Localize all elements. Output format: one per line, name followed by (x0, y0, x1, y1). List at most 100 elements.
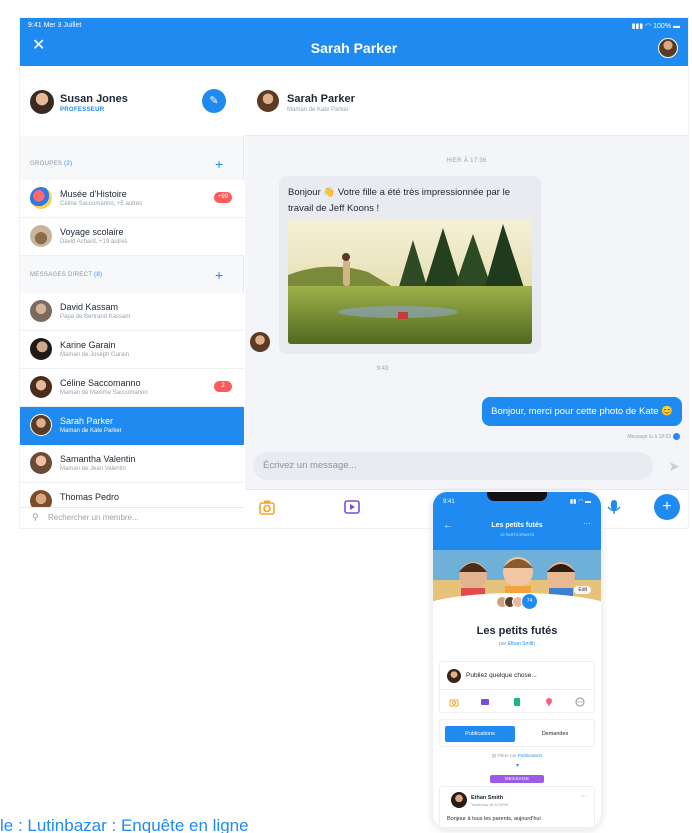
post-input[interactable]: Publiez quelque chose... (466, 672, 537, 679)
avatar (451, 792, 467, 808)
phone-header: 9:41 ▮▮ ◠ ▬ ← Les petits futés 12 PARTIC… (433, 492, 601, 550)
status-battery: ▮▮▮ ◠ 100% ▬ (632, 22, 680, 30)
post-time: Yesterday at 3:00PM (471, 802, 508, 807)
phone-status-time: 9:41 (443, 499, 455, 505)
conversation-sidebar: Susan Jones PROFESSEUR ✎ GROUPES (2) + M… (20, 66, 244, 528)
compose-button[interactable]: ✎ (202, 89, 226, 113)
tab-publications[interactable]: Publications (445, 726, 515, 742)
phone-group-subtitle: 12 PARTICIPANTS (499, 532, 534, 537)
profile-row[interactable]: Susan Jones PROFESSEUR ✎ (20, 66, 244, 136)
list-item-group-voyage[interactable]: Voyage scolaire David Achard, +19 autres (20, 218, 244, 256)
phone-app: 9:41 ▮▮ ◠ ▬ ← Les petits futés 12 PARTIC… (433, 492, 601, 828)
unread-badge: +99 (214, 192, 232, 203)
avatar (30, 452, 52, 474)
chat-panel: Sarah Parker Maman de Kate Parker HIER À… (245, 66, 688, 528)
chat-contact-sub: Maman de Kate Parker (287, 107, 349, 113)
group-owner: par Ethan Smith (499, 641, 535, 647)
camera-icon[interactable] (258, 498, 276, 516)
list-item-sub: Maman de Kate Parker (60, 428, 122, 434)
battery-level: 100% (653, 23, 672, 30)
camera-icon[interactable] (449, 697, 459, 707)
wifi-icon: ◠ (645, 23, 652, 30)
outgoing-message: Bonjour, merci pour cette photo de Kate … (482, 397, 682, 426)
incoming-message: Bonjour 👋 Votre fille a été très impress… (279, 176, 541, 354)
post-body: Bonjour à tous les parents, aujourd'hui (447, 816, 541, 822)
message-input[interactable]: Écrivez un message... (253, 452, 653, 480)
more-icon[interactable]: ··· (583, 519, 591, 528)
member-count-badge: 74 (521, 593, 538, 610)
list-item-name: Karine Garain (60, 340, 116, 350)
conversation-title: Sarah Parker (310, 40, 398, 56)
groups-header: GROUPES (2) (30, 161, 73, 167)
avatar (30, 300, 52, 322)
edit-cover-button[interactable]: Edit (574, 586, 591, 594)
video-icon[interactable] (480, 697, 490, 707)
status-time: 9:41 Mer 3 Juillet (28, 22, 82, 29)
message-photo[interactable] (288, 220, 532, 344)
profile-name: Susan Jones (60, 93, 128, 105)
battery-icon: ▬ (673, 23, 680, 30)
send-icon[interactable]: ➤ (668, 458, 680, 475)
list-item-samantha-valentin[interactable]: Samantha Valentin Maman de Jean Valentin (20, 445, 244, 483)
avatar (30, 338, 52, 360)
phone-group-title: Les petits futés (491, 522, 543, 529)
list-item-david-kassam[interactable]: David Kassam Papa de Bertrand Kassam (20, 293, 244, 331)
read-receipt: Message lu à 18:03 (627, 433, 680, 440)
check-icon (673, 433, 680, 440)
list-item-name: Céline Saccomanno (60, 378, 141, 388)
tab-demandes[interactable]: Demandes (520, 726, 590, 742)
list-item-name: Thomas Pedro (60, 492, 120, 502)
date-separator: HIER À 17:36 (446, 158, 487, 164)
list-item-name: David Kassam (60, 302, 119, 312)
list-item-sub: Maman de Jean Valentin (60, 466, 126, 472)
message-tag: MESSAGE (490, 775, 544, 783)
phone-notch (487, 492, 547, 501)
list-item-group-musee[interactable]: Musée d'Histoire Céline Saccomanno, +5 a… (20, 180, 244, 218)
unread-badge: 2 (214, 381, 232, 392)
list-item-karine-garain[interactable]: Karine Garain Maman de Joseph Garain (20, 331, 244, 369)
list-item-celine-saccomanno[interactable]: Céline Saccomanno Maman de Maxime Saccom… (20, 369, 244, 407)
document-icon[interactable] (512, 697, 522, 707)
photo-image (288, 220, 532, 344)
post-author: Ethan Smith (471, 795, 504, 801)
caption-link[interactable]: le : Lutinbazar : Enquête en ligne (0, 816, 249, 833)
composer-card: Publiez quelque chose... (439, 661, 595, 713)
message-text: Bonjour 👋 Votre fille a été très impress… (288, 187, 510, 214)
search-input[interactable]: Rechercher un membre... (48, 513, 139, 522)
header-avatar[interactable] (658, 38, 678, 58)
microphone-icon[interactable] (605, 498, 623, 516)
add-attachment-button[interactable]: + (654, 494, 680, 520)
add-direct-button[interactable]: + (215, 268, 223, 282)
chat-contact-name: Sarah Parker (287, 93, 355, 105)
tablet-app: 9:41 Mer 3 Juillet ▮▮▮ ◠ 100% ▬ ✕ Sarah … (20, 18, 688, 528)
message-time: 9:43 (376, 366, 389, 372)
tabs-card: Publications Demandes (439, 719, 595, 747)
avatar (30, 90, 54, 114)
list-item-name: Musée d'Histoire (60, 189, 127, 199)
list-item-name: Voyage scolaire (60, 227, 124, 237)
phone-status-icons: ▮▮ ◠ ▬ (569, 499, 591, 505)
list-item-name: Sarah Parker (60, 416, 114, 426)
edit-icon: ✎ (209, 95, 219, 107)
list-item-sub: Maman de Maxime Saccomanno (60, 390, 148, 396)
chat-header: Sarah Parker Maman de Kate Parker (245, 66, 688, 136)
group-avatar (30, 225, 52, 247)
phone-group-name: Les petits futés (476, 625, 558, 637)
profile-role: PROFESSEUR (60, 107, 105, 113)
direct-messages-header: MESSAGES DIRECT (8) (30, 272, 103, 278)
add-group-button[interactable]: + (215, 157, 223, 171)
group-avatar (30, 187, 52, 209)
avatar (30, 414, 52, 436)
list-item-sarah-parker[interactable]: Sarah Parker Maman de Kate Parker (20, 407, 244, 445)
avatar (257, 90, 279, 112)
member-search[interactable]: ⚲ Rechercher un membre... (20, 507, 244, 528)
video-icon[interactable] (343, 498, 361, 516)
list-item-name: Samantha Valentin (60, 454, 136, 464)
location-icon[interactable] (544, 697, 554, 707)
filter-line[interactable]: ▤ Filtrer par Publications (433, 753, 601, 759)
more-icon[interactable]: ··· (580, 793, 587, 800)
more-options-icon[interactable] (575, 697, 585, 707)
signal-icon: ▮▮▮ (631, 23, 644, 30)
avatar (30, 376, 52, 398)
list-item-sub: Maman de Joseph Garain (60, 352, 130, 358)
